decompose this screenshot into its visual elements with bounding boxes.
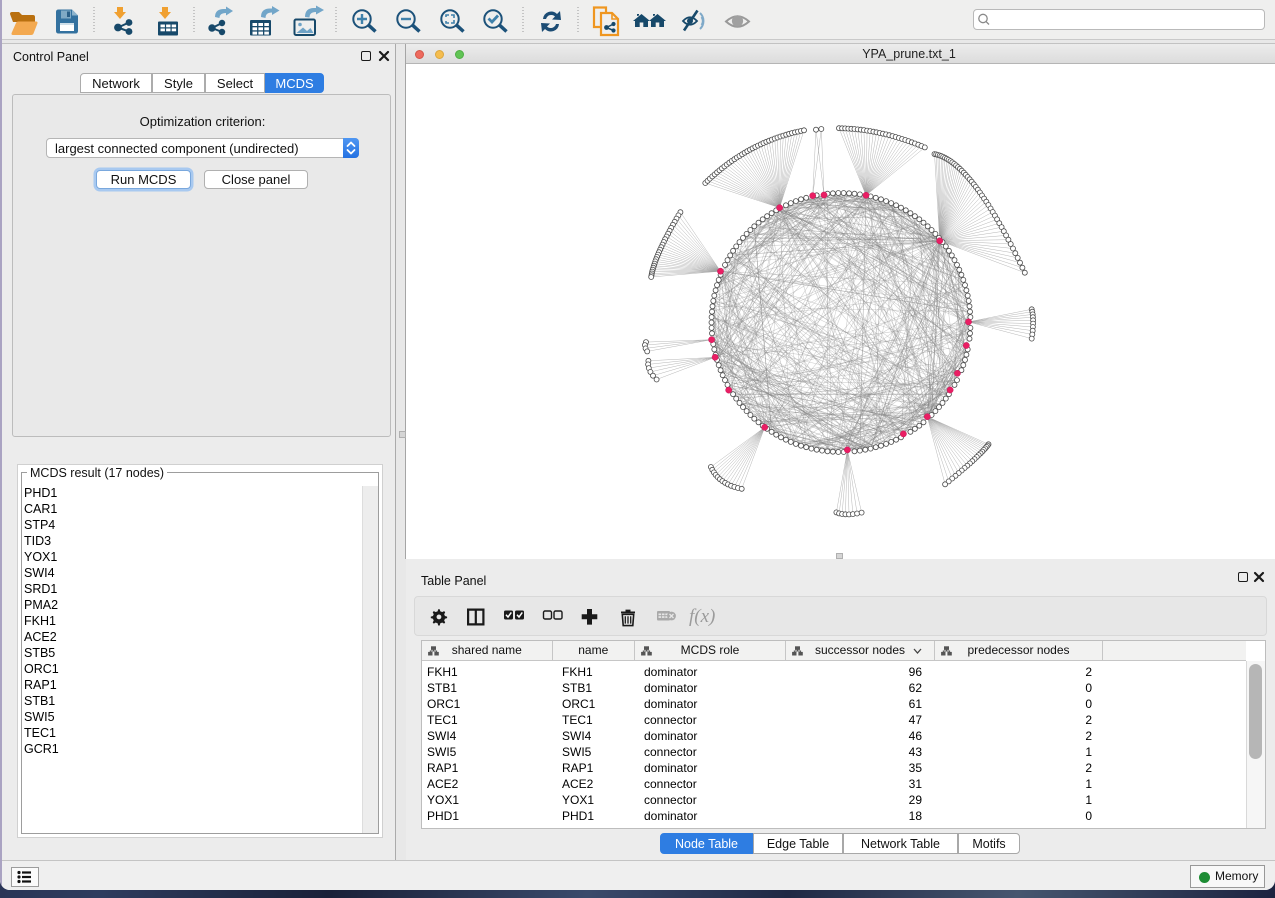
svg-text:f(x): f(x) [689, 606, 715, 627]
